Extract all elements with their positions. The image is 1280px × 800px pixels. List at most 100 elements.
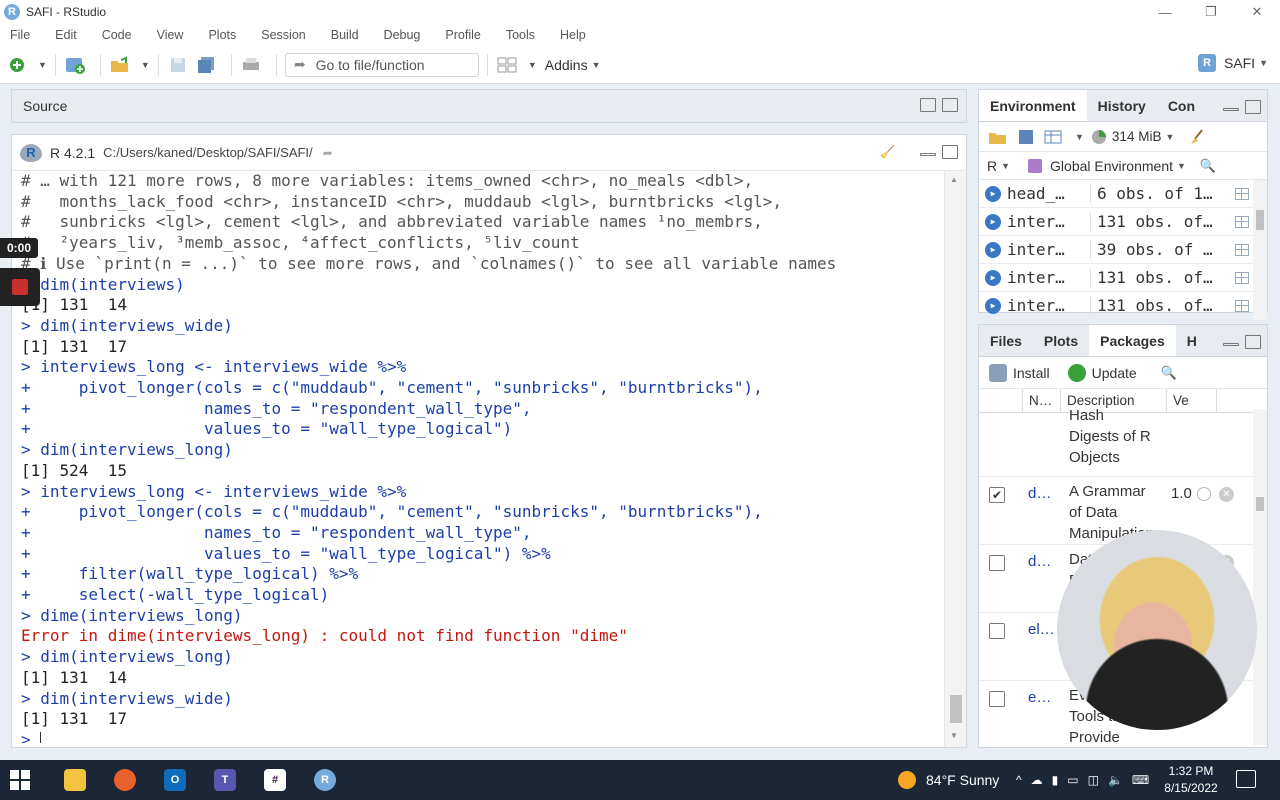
console-scroll-thumb[interactable] xyxy=(950,695,962,723)
open-file-dropdown-icon[interactable]: ▼ xyxy=(141,60,150,70)
stop-recording-button[interactable] xyxy=(0,268,40,306)
tab-connections[interactable]: Con xyxy=(1157,90,1206,121)
clear-console-icon[interactable]: 🧹 xyxy=(880,145,900,159)
package-load-checkbox[interactable] xyxy=(989,691,1005,707)
packages-scroll-thumb[interactable] xyxy=(1256,497,1264,511)
volume-icon[interactable]: 🔈 xyxy=(1108,773,1123,787)
tab-packages[interactable]: Packages xyxy=(1089,325,1176,356)
install-button[interactable]: Install xyxy=(1013,365,1050,381)
package-name-link[interactable]: e… xyxy=(1028,689,1051,706)
packages-scrollbar[interactable] xyxy=(1253,409,1267,745)
show-hidden-icons-icon[interactable]: ^ xyxy=(1016,773,1022,787)
column-name[interactable]: N… xyxy=(1023,388,1061,413)
package-search-icon[interactable]: 🔍 xyxy=(1161,365,1177,381)
save-all-icon[interactable] xyxy=(195,54,217,76)
usb-icon[interactable]: ▮ xyxy=(1052,773,1059,787)
project-menu[interactable]: R SAFI ▼ xyxy=(1197,54,1268,72)
view-data-icon[interactable] xyxy=(1235,299,1249,312)
package-name-link[interactable]: d… xyxy=(1028,485,1051,502)
package-website-icon[interactable] xyxy=(1197,487,1211,501)
open-file-icon[interactable] xyxy=(109,54,131,76)
package-name-link[interactable]: d… xyxy=(1028,553,1051,570)
rstudio-icon[interactable]: R xyxy=(305,760,345,800)
clear-workspace-broom-icon[interactable] xyxy=(1186,126,1208,148)
load-workspace-icon[interactable] xyxy=(987,126,1009,148)
expand-object-icon[interactable]: ▶ xyxy=(985,185,1001,202)
console-output[interactable]: # … with 121 more rows, 8 more variables… xyxy=(21,171,943,743)
memory-usage[interactable]: 314 MiB ▼ xyxy=(1091,129,1174,144)
console-prompt[interactable]: > xyxy=(21,730,943,743)
import-dropdown-icon[interactable]: ▼ xyxy=(1075,132,1084,142)
outlook-icon[interactable]: O xyxy=(155,760,195,800)
language-icon[interactable]: ⌨ xyxy=(1132,773,1149,787)
minimize-button[interactable]: — xyxy=(1142,0,1188,24)
taskbar-clock[interactable]: 1:32 PM 8/15/2022 xyxy=(1160,763,1222,797)
console-scrollbar[interactable]: ▲ ▼ xyxy=(944,171,966,747)
import-dataset-icon[interactable] xyxy=(1043,126,1065,148)
menu-plots[interactable]: Plots xyxy=(208,28,236,42)
network-icon[interactable]: ◫ xyxy=(1088,773,1099,787)
tab-plots[interactable]: Plots xyxy=(1033,325,1089,356)
column-version[interactable]: Ve xyxy=(1167,388,1217,413)
view-data-icon[interactable] xyxy=(1235,215,1249,228)
env-object-row[interactable]: ▶ inter… 131 obs. of… xyxy=(979,208,1267,236)
view-data-icon[interactable] xyxy=(1235,187,1249,200)
minimize-files-pane-icon[interactable] xyxy=(1223,343,1239,346)
expand-object-icon[interactable]: ▶ xyxy=(985,213,1001,230)
weather-widget[interactable]: 84°F Sunny xyxy=(898,760,999,800)
cloud-icon[interactable]: ☁ xyxy=(1031,773,1043,787)
expand-object-icon[interactable]: ▶ xyxy=(985,241,1001,258)
scope-selector[interactable]: Global Environment xyxy=(1050,158,1173,174)
language-dropdown-icon[interactable]: ▼ xyxy=(1001,161,1010,171)
scope-dropdown-icon[interactable]: ▼ xyxy=(1177,161,1186,171)
addins-dropdown-icon[interactable]: ▼ xyxy=(592,60,601,70)
minimize-console-icon[interactable] xyxy=(920,153,936,156)
package-load-checkbox[interactable] xyxy=(989,555,1005,571)
grid-layout-icon[interactable] xyxy=(496,54,518,76)
new-file-icon[interactable] xyxy=(6,54,28,76)
env-scroll-thumb[interactable] xyxy=(1256,210,1264,230)
env-scrollbar[interactable] xyxy=(1253,180,1267,320)
goto-file-function-input[interactable]: ➦ Go to file/function xyxy=(284,52,479,77)
notifications-icon[interactable] xyxy=(1236,770,1256,788)
menu-session[interactable]: Session xyxy=(261,28,305,42)
expand-object-icon[interactable]: ▶ xyxy=(985,269,1001,286)
menu-profile[interactable]: Profile xyxy=(445,28,480,42)
view-data-icon[interactable] xyxy=(1235,271,1249,284)
search-icon[interactable]: 🔍 xyxy=(1200,158,1216,174)
maximize-files-pane-icon[interactable] xyxy=(1245,335,1261,349)
menu-tools[interactable]: Tools xyxy=(506,28,535,42)
maximize-console-icon[interactable] xyxy=(942,145,958,159)
print-icon[interactable] xyxy=(240,54,262,76)
firefox-icon[interactable] xyxy=(105,760,145,800)
slack-icon[interactable]: # xyxy=(255,760,295,800)
teams-icon[interactable]: T xyxy=(205,760,245,800)
restore-button[interactable]: ❐ xyxy=(1188,0,1234,24)
env-object-row[interactable]: ▶ inter… 131 obs. of… xyxy=(979,264,1267,292)
menu-edit[interactable]: Edit xyxy=(55,28,77,42)
menu-help[interactable]: Help xyxy=(560,28,586,42)
package-name-link[interactable]: el… xyxy=(1028,621,1055,638)
menu-debug[interactable]: Debug xyxy=(384,28,421,42)
update-button[interactable]: Update xyxy=(1092,365,1137,381)
env-object-row[interactable]: ▶ inter… 131 obs. of… xyxy=(979,292,1267,320)
close-button[interactable]: ✕ xyxy=(1234,0,1280,24)
battery-icon[interactable]: ▭ xyxy=(1067,773,1078,787)
tab-environment[interactable]: Environment xyxy=(979,90,1087,121)
package-load-checkbox[interactable]: ✔ xyxy=(989,487,1005,503)
scroll-down-icon[interactable]: ▼ xyxy=(950,731,958,740)
remove-package-icon[interactable]: ✕ xyxy=(1219,487,1234,502)
new-project-icon[interactable] xyxy=(64,54,86,76)
source-pane[interactable]: Source xyxy=(11,89,967,123)
menu-file[interactable]: File xyxy=(10,28,30,42)
menu-build[interactable]: Build xyxy=(331,28,359,42)
env-object-row[interactable]: ▶ head_… 6 obs. of 1… xyxy=(979,180,1267,208)
tab-history[interactable]: History xyxy=(1087,90,1157,121)
language-selector[interactable]: R xyxy=(987,158,997,174)
addins-menu[interactable]: Addins xyxy=(545,57,588,73)
new-file-dropdown-icon[interactable]: ▼ xyxy=(38,60,47,70)
expand-object-icon[interactable]: ▶ xyxy=(985,297,1001,314)
scroll-up-icon[interactable]: ▲ xyxy=(950,175,958,184)
save-icon[interactable] xyxy=(167,54,189,76)
package-load-checkbox[interactable] xyxy=(989,623,1005,639)
